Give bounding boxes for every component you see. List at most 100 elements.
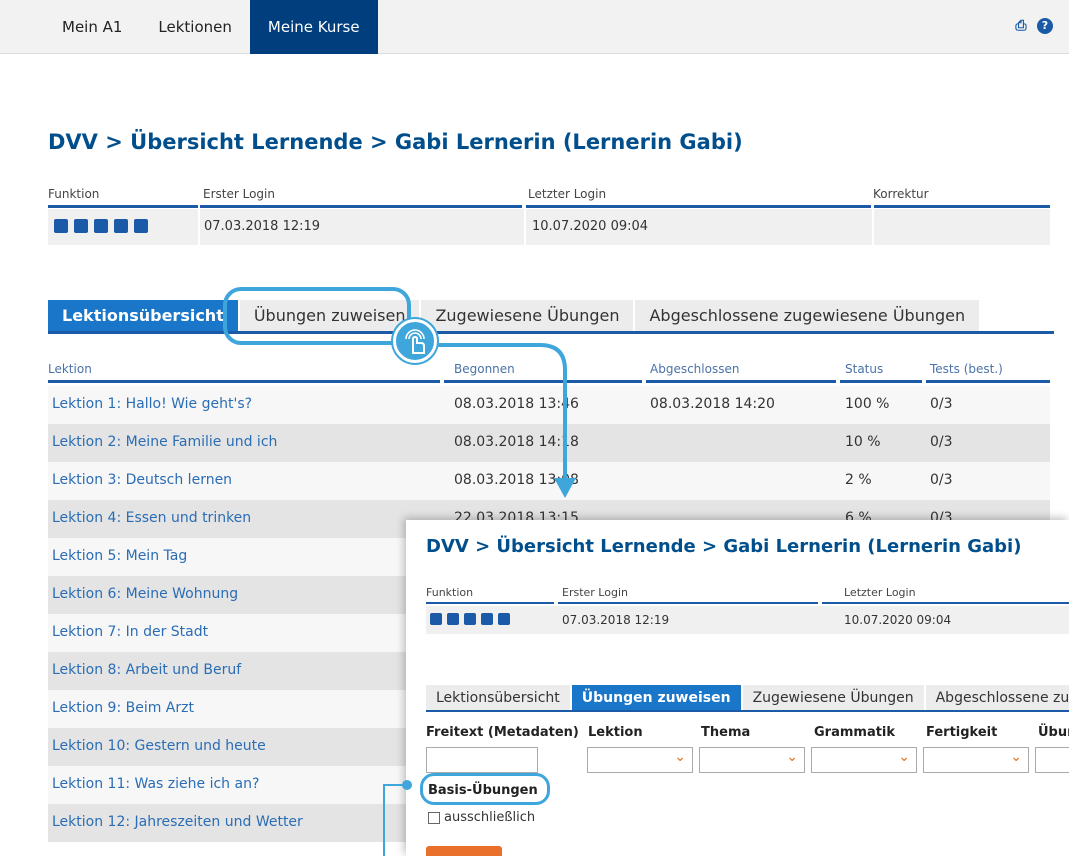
lesson-link[interactable]: Lektion 5: Mein Tag	[52, 548, 187, 564]
notes-icon[interactable]	[481, 613, 493, 625]
lesson-link[interactable]: Lektion 6: Meine Wohnung	[52, 586, 238, 602]
status-cell: 100 %	[845, 396, 890, 412]
letzter-login-value: 10.07.2020 09:04	[532, 219, 649, 234]
lesson-link[interactable]: Lektion 4: Essen und trinken	[52, 510, 251, 526]
info-row: 07.03.2018 12:19 10.07.2020 09:04	[48, 209, 1050, 245]
tab-abgeschlossene-zugewiesene-uebungen[interactable]: Abgeschlossene zugewiesene Übungen	[925, 685, 1069, 711]
divider	[426, 602, 554, 604]
header-funktion: Funktion	[426, 586, 474, 599]
begonnen-cell: 08.03.2018 13:46	[454, 396, 579, 412]
column-separator	[872, 209, 874, 245]
uebung-select[interactable]	[1035, 747, 1069, 773]
header-erster-login: Erster Login	[203, 187, 275, 201]
tests-cell: 0/3	[930, 434, 953, 450]
top-nav: Mein A1 Lektionen Meine Kurse	[44, 0, 378, 54]
divider	[444, 380, 642, 383]
status-cell: 10 %	[845, 434, 881, 450]
info-header: Funktion Erster Login Letzter Login Korr…	[48, 187, 1050, 207]
id-card-icon[interactable]	[464, 613, 476, 625]
lesson-link[interactable]: Lektion 7: In der Stadt	[52, 624, 208, 640]
printer-icon[interactable]: ⎙	[1013, 18, 1029, 34]
lesson-link[interactable]: Lektion 2: Meine Familie und ich	[52, 434, 277, 450]
divider	[822, 602, 1069, 604]
tab-bar: Lektionsübersicht Übungen zuweisen Zugew…	[48, 300, 981, 332]
notes-icon[interactable]	[114, 219, 128, 233]
inset-info-row: 07.03.2018 12:19 10.07.2020 09:04	[426, 606, 1069, 634]
highlight-callout	[223, 287, 411, 345]
copy-icon[interactable]	[430, 613, 442, 625]
lessons-header: Lektion Begonnen Abgeschlossen Status Te…	[48, 362, 1050, 380]
erster-login-value: 07.03.2018 12:19	[562, 613, 670, 627]
abgeschlossen-cell: 08.03.2018 14:20	[650, 396, 775, 412]
lesson-link[interactable]: Lektion 12: Jahreszeiten und Wetter	[52, 814, 303, 830]
tap-hand-icon	[393, 319, 437, 363]
column-separator	[198, 209, 200, 245]
thema-select[interactable]	[699, 747, 805, 773]
filter-lektion-label: Lektion	[588, 725, 643, 740]
lesson-link[interactable]: Lektion 9: Beim Arzt	[52, 700, 194, 716]
tab-underline	[426, 710, 1069, 712]
table-row: Lektion 3: Deutsch lernen 08.03.2018 13:…	[48, 462, 1050, 500]
inset-screenshot: DVV > Übersicht Lernende > Gabi Lernerin…	[406, 520, 1069, 856]
divider	[646, 380, 836, 383]
help-icon[interactable]: ?	[1037, 18, 1053, 34]
divider	[840, 380, 922, 383]
tab-uebungen-zuweisen[interactable]: Übungen zuweisen	[571, 685, 741, 711]
ausschliesslich-label: ausschließlich	[444, 810, 536, 825]
filter-fertigkeit-label: Fertigkeit	[926, 725, 998, 740]
header-funktion: Funktion	[48, 187, 100, 201]
mail-icon[interactable]	[447, 613, 459, 625]
lesson-link[interactable]: Lektion 1: Hallo! Wie geht's?	[52, 396, 252, 412]
copy-icon[interactable]	[54, 219, 68, 233]
ausschliesslich-option[interactable]: ausschließlich	[428, 810, 535, 825]
id-card-icon[interactable]	[94, 219, 108, 233]
tab-lektionsuebersicht[interactable]: Lektionsübersicht	[426, 685, 570, 711]
begonnen-cell: 08.03.2018 14:18	[454, 434, 579, 450]
lesson-link[interactable]: Lektion 3: Deutsch lernen	[52, 472, 232, 488]
filter-thema-label: Thema	[701, 725, 751, 740]
header-letzter-login: Letzter Login	[844, 586, 916, 599]
lektion-select[interactable]	[587, 747, 693, 773]
connector-line	[383, 785, 385, 856]
trash-icon[interactable]	[498, 613, 510, 625]
function-icons	[54, 219, 148, 233]
nav-meine-kurse[interactable]: Meine Kurse	[249, 0, 378, 54]
fertigkeit-select[interactable]	[923, 747, 1029, 773]
ausschliesslich-checkbox[interactable]	[428, 811, 440, 824]
tab-zugewiesene-uebungen[interactable]: Zugewiesene Übungen	[742, 685, 924, 711]
begonnen-cell: 08.03.2018 13:08	[454, 472, 579, 488]
header-tests: Tests (best.)	[930, 362, 1003, 376]
header-korrektur: Korrektur	[873, 187, 929, 201]
search-button[interactable]	[426, 846, 502, 856]
tab-zugewiesene-uebungen[interactable]: Zugewiesene Übungen	[421, 300, 634, 332]
basis-uebungen-label: Basis-Übungen	[428, 783, 538, 798]
divider	[526, 205, 871, 208]
function-icons	[430, 613, 510, 625]
filter-uebung-label: Übungstyp	[1038, 725, 1069, 740]
top-icons: ⎙ ?	[1013, 18, 1053, 34]
divider	[200, 205, 522, 208]
grammatik-select[interactable]	[811, 747, 917, 773]
mail-icon[interactable]	[74, 219, 88, 233]
tab-lektionsuebersicht[interactable]: Lektionsübersicht	[48, 300, 238, 332]
tab-abgeschlossene-zugewiesene-uebungen[interactable]: Abgeschlossene zugewiesene Übungen	[635, 300, 980, 332]
lesson-link[interactable]: Lektion 11: Was ziehe ich an?	[52, 776, 259, 792]
column-separator	[524, 209, 526, 245]
nav-mein-a1[interactable]: Mein A1	[44, 0, 140, 54]
table-row: Lektion 1: Hallo! Wie geht's? 08.03.2018…	[48, 386, 1050, 424]
tests-cell: 0/3	[930, 472, 953, 488]
table-row: Lektion 2: Meine Familie und ich 08.03.2…	[48, 424, 1050, 462]
status-cell: 2 %	[845, 472, 872, 488]
divider	[558, 602, 818, 604]
tab-underline	[48, 331, 1054, 334]
freitext-input[interactable]	[426, 747, 538, 773]
header-lektion: Lektion	[48, 362, 92, 376]
lesson-link[interactable]: Lektion 10: Gestern und heute	[52, 738, 266, 754]
nav-lektionen[interactable]: Lektionen	[140, 0, 249, 54]
inset-tab-bar: Lektionsübersicht Übungen zuweisen Zugew…	[426, 685, 1069, 711]
letzter-login-value: 10.07.2020 09:04	[844, 613, 952, 627]
lesson-link[interactable]: Lektion 8: Arbeit und Beruf	[52, 662, 241, 678]
header-letzter-login: Letzter Login	[528, 187, 607, 201]
erster-login-value: 07.03.2018 12:19	[204, 219, 321, 234]
trash-icon[interactable]	[134, 219, 148, 233]
